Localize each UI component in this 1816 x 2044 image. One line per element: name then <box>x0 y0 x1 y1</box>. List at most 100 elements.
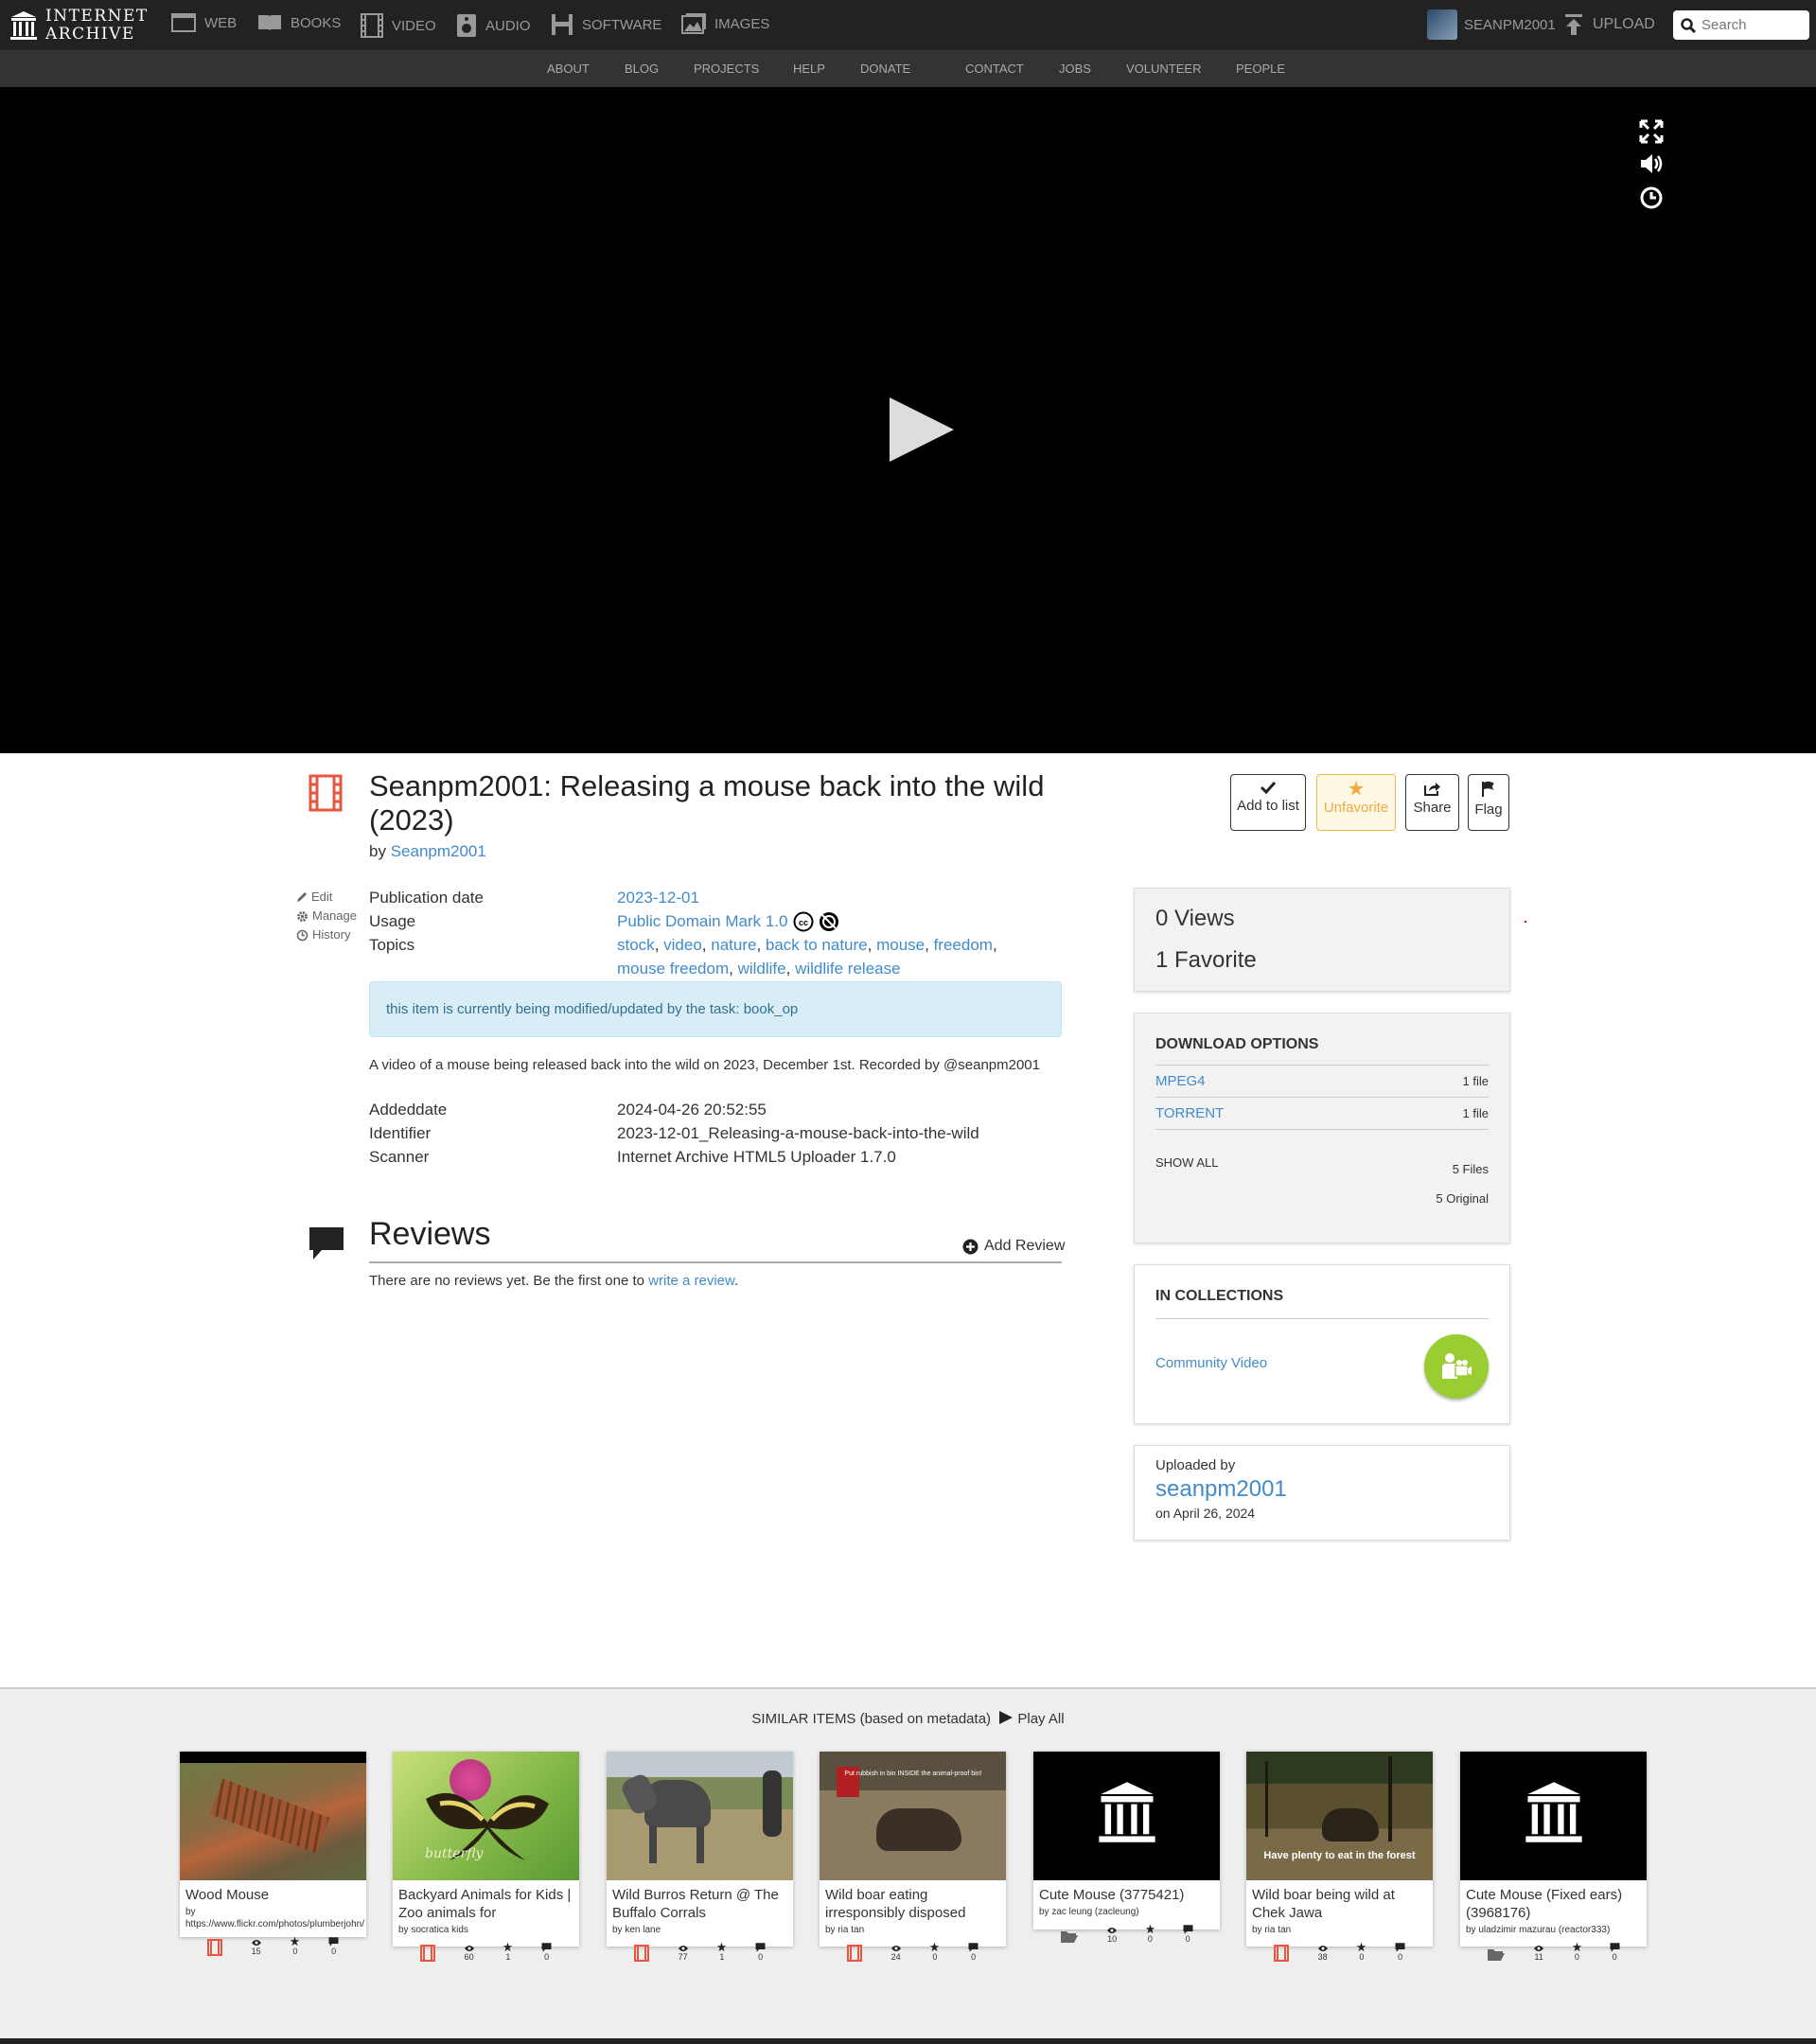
similar-items-section: SIMILAR ITEMS (based on metadata) Play A… <box>0 1687 1816 2044</box>
flag-button[interactable]: Flag <box>1468 774 1509 831</box>
item-title[interactable]: Backyard Animals for Kids | Zoo animals … <box>393 1880 579 1924</box>
creator-link[interactable]: Seanpm2001 <box>391 842 486 860</box>
show-all-link[interactable]: SHOW ALL <box>1155 1155 1218 1170</box>
add-to-list-button[interactable]: Add to list <box>1230 774 1306 831</box>
show-all-row: SHOW ALL 5 Files 5 Original <box>1155 1129 1489 1214</box>
item-title[interactable]: Wild boar eating irresponsibly disposed <box>820 1880 1006 1924</box>
play-button[interactable] <box>890 397 954 462</box>
nav-video[interactable]: VIDEO <box>361 13 436 38</box>
item-title[interactable]: Cute Mouse (3775421) <box>1033 1880 1220 1906</box>
item-thumbnail[interactable]: butterfly <box>393 1752 579 1880</box>
subnav-help[interactable]: HELP <box>793 62 825 76</box>
nav-images[interactable]: IMAGES <box>681 13 769 34</box>
item-stats: 38 0 0 <box>1246 1936 1433 1969</box>
similar-item-card[interactable]: Wild Burros Return @ The Buffalo Corrals… <box>607 1752 793 1962</box>
subnav-about[interactable]: ABOUT <box>547 62 590 76</box>
item-thumbnail[interactable]: Put rubbish in bin INSIDE the animal-pro… <box>820 1752 1006 1880</box>
subnav-volunteer[interactable]: VOLUNTEER <box>1126 62 1201 76</box>
play-all-button[interactable]: Play All <box>998 1711 1065 1727</box>
item-title[interactable]: Wild Burros Return @ The Buffalo Corrals <box>607 1880 793 1924</box>
star-icon <box>1145 1924 1155 1934</box>
download-format-link[interactable]: MPEG4 <box>1155 1073 1206 1089</box>
subnav-projects[interactable]: PROJECTS <box>694 62 759 76</box>
folder-icon <box>1061 1931 1079 1943</box>
topic-link[interactable]: wildlife <box>738 960 786 978</box>
manage-link[interactable]: Manage <box>296 907 357 925</box>
marker-dot <box>1525 921 1526 923</box>
topic-link[interactable]: back to nature <box>766 936 868 954</box>
topic-link[interactable]: wildlife release <box>795 960 901 978</box>
history-link[interactable]: History <box>296 925 357 944</box>
add-review-button[interactable]: Add Review <box>962 1238 1065 1255</box>
search-box[interactable] <box>1673 10 1809 40</box>
flag-label: Flag <box>1474 802 1503 818</box>
search-input[interactable] <box>1701 17 1796 33</box>
similar-item-card[interactable]: Wood Mouse by https://www.flickr.com/pho… <box>180 1752 366 1956</box>
similar-item-card[interactable]: butterfly Backyard Animals for Kids | Zo… <box>393 1752 579 1962</box>
similar-item-card[interactable]: Have plenty to eat in the forest Wild bo… <box>1246 1752 1433 1962</box>
upload-button[interactable]: UPLOAD <box>1563 13 1655 36</box>
clock-icon <box>296 929 309 941</box>
playback-speed-icon[interactable] <box>1638 185 1665 211</box>
topic-link[interactable]: stock <box>617 936 655 954</box>
download-format-link[interactable]: TORRENT <box>1155 1105 1224 1121</box>
collection-thumbnail[interactable] <box>1424 1334 1489 1399</box>
uploaded-by-label: Uploaded by <box>1155 1457 1236 1473</box>
public-domain-icon <box>820 911 839 931</box>
topic-link[interactable]: mouse freedom <box>617 960 729 978</box>
similar-item-card[interactable]: Put rubbish in bin INSIDE the animal-pro… <box>820 1752 1006 1962</box>
gear-icon <box>297 910 308 922</box>
archive-building-icon <box>1525 1782 1582 1842</box>
usage-license-link[interactable]: Public Domain Mark 1.0 <box>617 909 787 933</box>
subnav-contact[interactable]: CONTACT <box>965 62 1024 76</box>
subnav-jobs[interactable]: JOBS <box>1059 62 1091 76</box>
download-row[interactable]: MPEG4 1 file <box>1155 1065 1489 1097</box>
comment-icon <box>328 1937 339 1947</box>
nav-audio[interactable]: AUDIO <box>456 13 531 38</box>
collection-link[interactable]: Community Video <box>1155 1355 1267 1371</box>
nav-books[interactable]: BOOKS <box>257 13 341 32</box>
topic-link[interactable]: video <box>663 936 702 954</box>
fullscreen-icon[interactable] <box>1638 118 1665 145</box>
subnav-blog[interactable]: BLOG <box>625 62 659 76</box>
nav-software[interactable]: SOFTWARE <box>551 13 661 36</box>
topic-link[interactable]: mouse <box>876 936 925 954</box>
comment-icon <box>968 1943 979 1952</box>
download-row[interactable]: TORRENT 1 file <box>1155 1097 1489 1129</box>
item-thumbnail[interactable] <box>1033 1752 1220 1880</box>
topic-link[interactable]: freedom <box>934 936 993 954</box>
collection-entry[interactable]: Community Video <box>1155 1318 1489 1413</box>
item-title[interactable]: Wood Mouse <box>180 1880 366 1906</box>
internet-archive-logo[interactable]: INTERNET ARCHIVE <box>9 8 149 44</box>
download-options-heading: DOWNLOAD OPTIONS <box>1155 1036 1319 1052</box>
write-review-link[interactable]: write a review <box>648 1273 734 1289</box>
volume-icon[interactable] <box>1638 150 1665 177</box>
star-icon <box>502 1942 513 1952</box>
download-file-count: 1 file <box>1462 1074 1489 1088</box>
nav-web[interactable]: WEB <box>171 13 237 32</box>
user-menu[interactable]: SEANPM2001 <box>1427 9 1556 40</box>
unfavorite-button[interactable]: Unfavorite <box>1316 774 1396 831</box>
item-thumbnail[interactable] <box>180 1752 366 1880</box>
item-thumbnail[interactable] <box>1460 1752 1647 1880</box>
item-thumbnail[interactable] <box>607 1752 793 1880</box>
pubdate-value[interactable]: 2023-12-01 <box>617 886 699 909</box>
edit-link[interactable]: Edit <box>296 888 357 907</box>
subnav-people[interactable]: PEOPLE <box>1236 62 1285 76</box>
item-creator: by ken lane <box>612 1925 661 1935</box>
subnav-donate[interactable]: DONATE <box>860 62 910 76</box>
item-thumbnail[interactable]: Have plenty to eat in the forest <box>1246 1752 1433 1880</box>
share-button[interactable]: Share <box>1405 774 1459 831</box>
uploader-link[interactable]: seanpm2001 <box>1135 1473 1509 1502</box>
item-creator: by uladzimir mazurau (reactor333) <box>1466 1925 1611 1935</box>
similar-item-card[interactable]: Cute Mouse (3775421) by zac leung (zacle… <box>1033 1752 1220 1944</box>
similar-item-card[interactable]: Cute Mouse (Fixed ears) (3968176) by ula… <box>1460 1752 1647 1962</box>
audio-icon <box>457 14 476 37</box>
logo-line-1: INTERNET <box>45 7 149 26</box>
history-label: History <box>312 927 351 942</box>
images-icon <box>681 13 706 34</box>
item-title[interactable]: Wild boar being wild at Chek Jawa <box>1246 1880 1433 1924</box>
video-player[interactable] <box>0 87 1816 753</box>
item-title[interactable]: Cute Mouse (Fixed ears) (3968176) <box>1460 1880 1647 1924</box>
topic-link[interactable]: nature <box>711 936 756 954</box>
